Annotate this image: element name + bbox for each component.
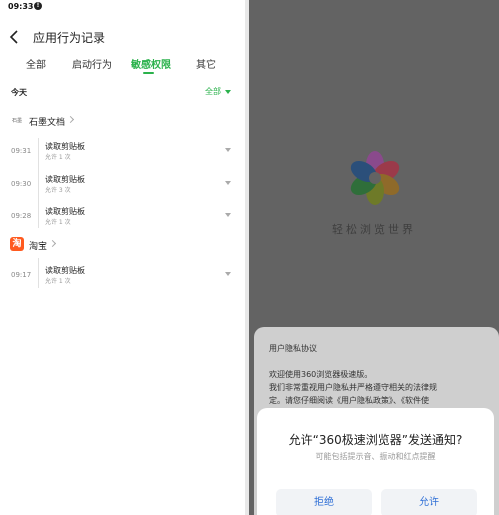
chevron-right-icon [66, 115, 75, 124]
event-row[interactable]: 09:30 读取剪贴板 允许 3 次 [0, 173, 245, 201]
filter-dropdown[interactable]: 全部 [205, 86, 231, 97]
dialog-subtitle: 可能包括提示音、振动和红点提醒 [315, 452, 436, 461]
event-title: 读取剪贴板 [45, 175, 85, 184]
app-name: 淘宝 [29, 242, 48, 252]
browser-pane: 轻松浏览世界 用户隐私协议 欢迎使用360浏览器极速版。 我们非常重视用户隐私并… [249, 0, 499, 515]
caret-down-icon [225, 89, 231, 94]
date-section-header: 今天 全部 [0, 84, 245, 100]
event-time: 09:17 [11, 271, 32, 279]
date-label: 今天 [11, 88, 27, 97]
event-row[interactable]: 09:17 读取剪贴板 允许 1 次 [0, 264, 245, 292]
dialog-title: 允许“360极速浏览器”发送通知? [288, 433, 463, 447]
privacy-title: 用户隐私协议 [269, 344, 317, 353]
event-time: 09:30 [11, 180, 32, 188]
event-title: 读取剪贴板 [45, 207, 85, 216]
event-time: 09:28 [11, 212, 32, 220]
event-title: 读取剪贴板 [45, 142, 85, 151]
active-tab-indicator [143, 72, 154, 74]
event-row[interactable]: 09:31 读取剪贴板 允许 1 次 [0, 140, 245, 168]
event-title: 读取剪贴板 [45, 266, 85, 275]
privacy-text-line: 我们非常重视用户隐私并严格遵守相关的法律规 [269, 383, 437, 392]
filter-value: 全部 [205, 87, 221, 96]
expand-caret-icon[interactable] [225, 181, 231, 185]
deny-button[interactable]: 拒绝 [276, 489, 372, 515]
allow-button[interactable]: 允许 [381, 489, 477, 515]
shimo-app-icon: 石墨 [10, 114, 24, 128]
notification-icon: ! [34, 2, 42, 10]
app-row-taobao[interactable]: 淘 淘宝 [0, 236, 245, 256]
title-bar: 应用行为记录 [0, 24, 245, 50]
tab-sensitive-permissions[interactable]: 敏感权限 [131, 56, 171, 71]
taobao-app-icon: 淘 [10, 237, 24, 251]
app-name: 石墨文档 [29, 118, 66, 128]
page-title: 应用行为记录 [33, 31, 106, 45]
event-subtitle: 允许 1 次 [45, 154, 71, 161]
event-subtitle: 允许 1 次 [45, 278, 71, 285]
privacy-text-line: 欢迎使用360浏览器极速版。 [269, 370, 373, 379]
event-subtitle: 允许 1 次 [45, 219, 71, 226]
tab-bar: 全部 启动行为 敏感权限 其它 [0, 54, 245, 76]
event-row[interactable]: 09:28 读取剪贴板 允许 1 次 [0, 205, 245, 233]
expand-caret-icon[interactable] [225, 148, 231, 152]
expand-caret-icon[interactable] [225, 272, 231, 276]
notification-permission-dialog: 允许“360极速浏览器”发送通知? 可能包括提示音、振动和红点提醒 拒绝 允许 [257, 408, 494, 515]
screen: 09:33 ! 99 应用行为记录 全部 启动行为 敏感权限 其它 [0, 0, 499, 515]
app-row-shimo[interactable]: 石墨 石墨文档 [0, 112, 245, 132]
status-time: 09:33 [8, 2, 34, 11]
tab-other[interactable]: 其它 [196, 56, 216, 71]
app-slogan: 轻松浏览世界 [332, 223, 416, 236]
back-arrow-icon[interactable] [8, 28, 22, 46]
browser-logo-icon [350, 151, 400, 205]
chevron-right-icon [48, 239, 57, 248]
behavior-log-pane: 09:33 ! 99 应用行为记录 全部 启动行为 敏感权限 其它 [0, 0, 245, 515]
tab-launch[interactable]: 启动行为 [72, 56, 112, 71]
expand-caret-icon[interactable] [225, 213, 231, 217]
event-time: 09:31 [11, 147, 32, 155]
status-bar: 09:33 ! 99 [0, 0, 245, 14]
event-subtitle: 允许 3 次 [45, 187, 71, 194]
tab-all[interactable]: 全部 [26, 56, 46, 71]
privacy-text-line: 定。请您仔细阅读《用户隐私政策》、《软件使 [269, 396, 429, 405]
